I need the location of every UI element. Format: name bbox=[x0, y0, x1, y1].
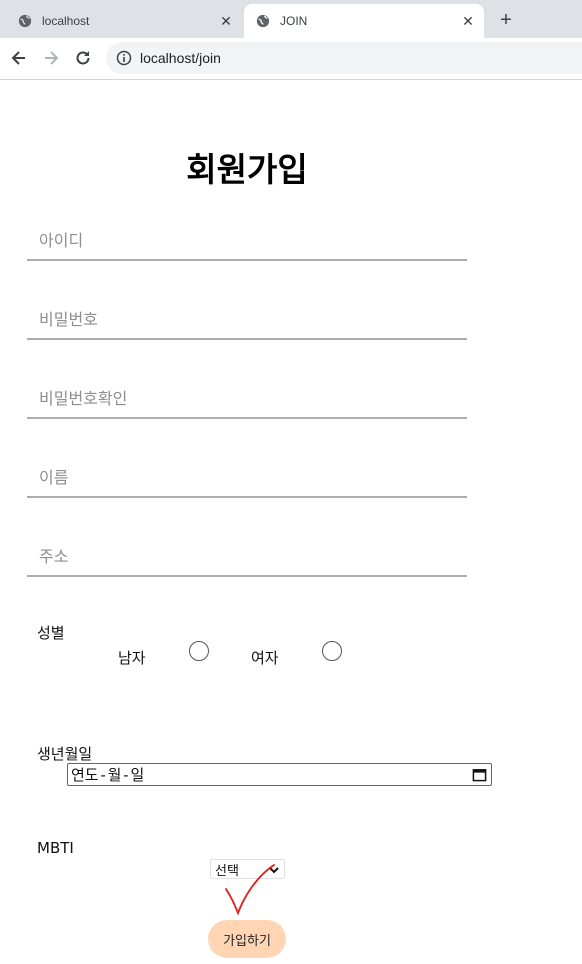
female-radio[interactable] bbox=[322, 641, 342, 661]
password-input[interactable] bbox=[27, 300, 467, 340]
globe-icon bbox=[18, 14, 32, 28]
red-checkmark-annotation bbox=[225, 864, 275, 916]
calendar-icon[interactable] bbox=[472, 767, 487, 782]
birthdate-placeholder: 연도-월-일 bbox=[71, 766, 145, 784]
browser-toolbar: localhost/join bbox=[0, 38, 582, 80]
birthdate-input[interactable]: 연도-월-일 bbox=[67, 763, 492, 786]
close-tab-icon[interactable]: ✕ bbox=[218, 13, 234, 29]
female-label: 여자 bbox=[251, 649, 279, 667]
tab-title: localhost bbox=[42, 14, 90, 28]
url-text: localhost/join bbox=[140, 50, 221, 66]
gender-label: 성별 bbox=[37, 624, 65, 642]
male-label: 남자 bbox=[118, 649, 146, 667]
globe-icon bbox=[256, 14, 270, 28]
info-icon[interactable] bbox=[116, 50, 132, 66]
mbti-label: MBTI bbox=[37, 839, 74, 857]
close-tab-icon[interactable]: ✕ bbox=[460, 13, 476, 29]
tab-localhost[interactable]: localhost ✕ bbox=[8, 4, 242, 38]
name-input[interactable] bbox=[27, 458, 467, 498]
address-input[interactable] bbox=[27, 537, 467, 577]
tab-bar: localhost ✕ JOIN ✕ + bbox=[0, 0, 582, 38]
join-page: 회원가입 성별 남자 여자 생년월일 연도-월-일 MBTI 선택 가입하기 bbox=[0, 81, 582, 964]
birthdate-label: 생년월일 bbox=[37, 745, 93, 763]
join-button[interactable]: 가입하기 bbox=[208, 920, 286, 958]
forward-arrow-icon[interactable] bbox=[41, 48, 61, 68]
password-confirm-input[interactable] bbox=[27, 379, 467, 419]
tab-join[interactable]: JOIN ✕ bbox=[244, 4, 484, 38]
back-arrow-icon[interactable] bbox=[9, 48, 29, 68]
male-radio[interactable] bbox=[189, 641, 209, 661]
new-tab-button[interactable]: + bbox=[494, 8, 518, 32]
reload-icon[interactable] bbox=[73, 48, 93, 68]
address-bar[interactable]: localhost/join bbox=[106, 42, 582, 74]
id-input[interactable] bbox=[27, 221, 467, 261]
tab-title: JOIN bbox=[280, 14, 308, 28]
page-title: 회원가입 bbox=[186, 150, 308, 189]
